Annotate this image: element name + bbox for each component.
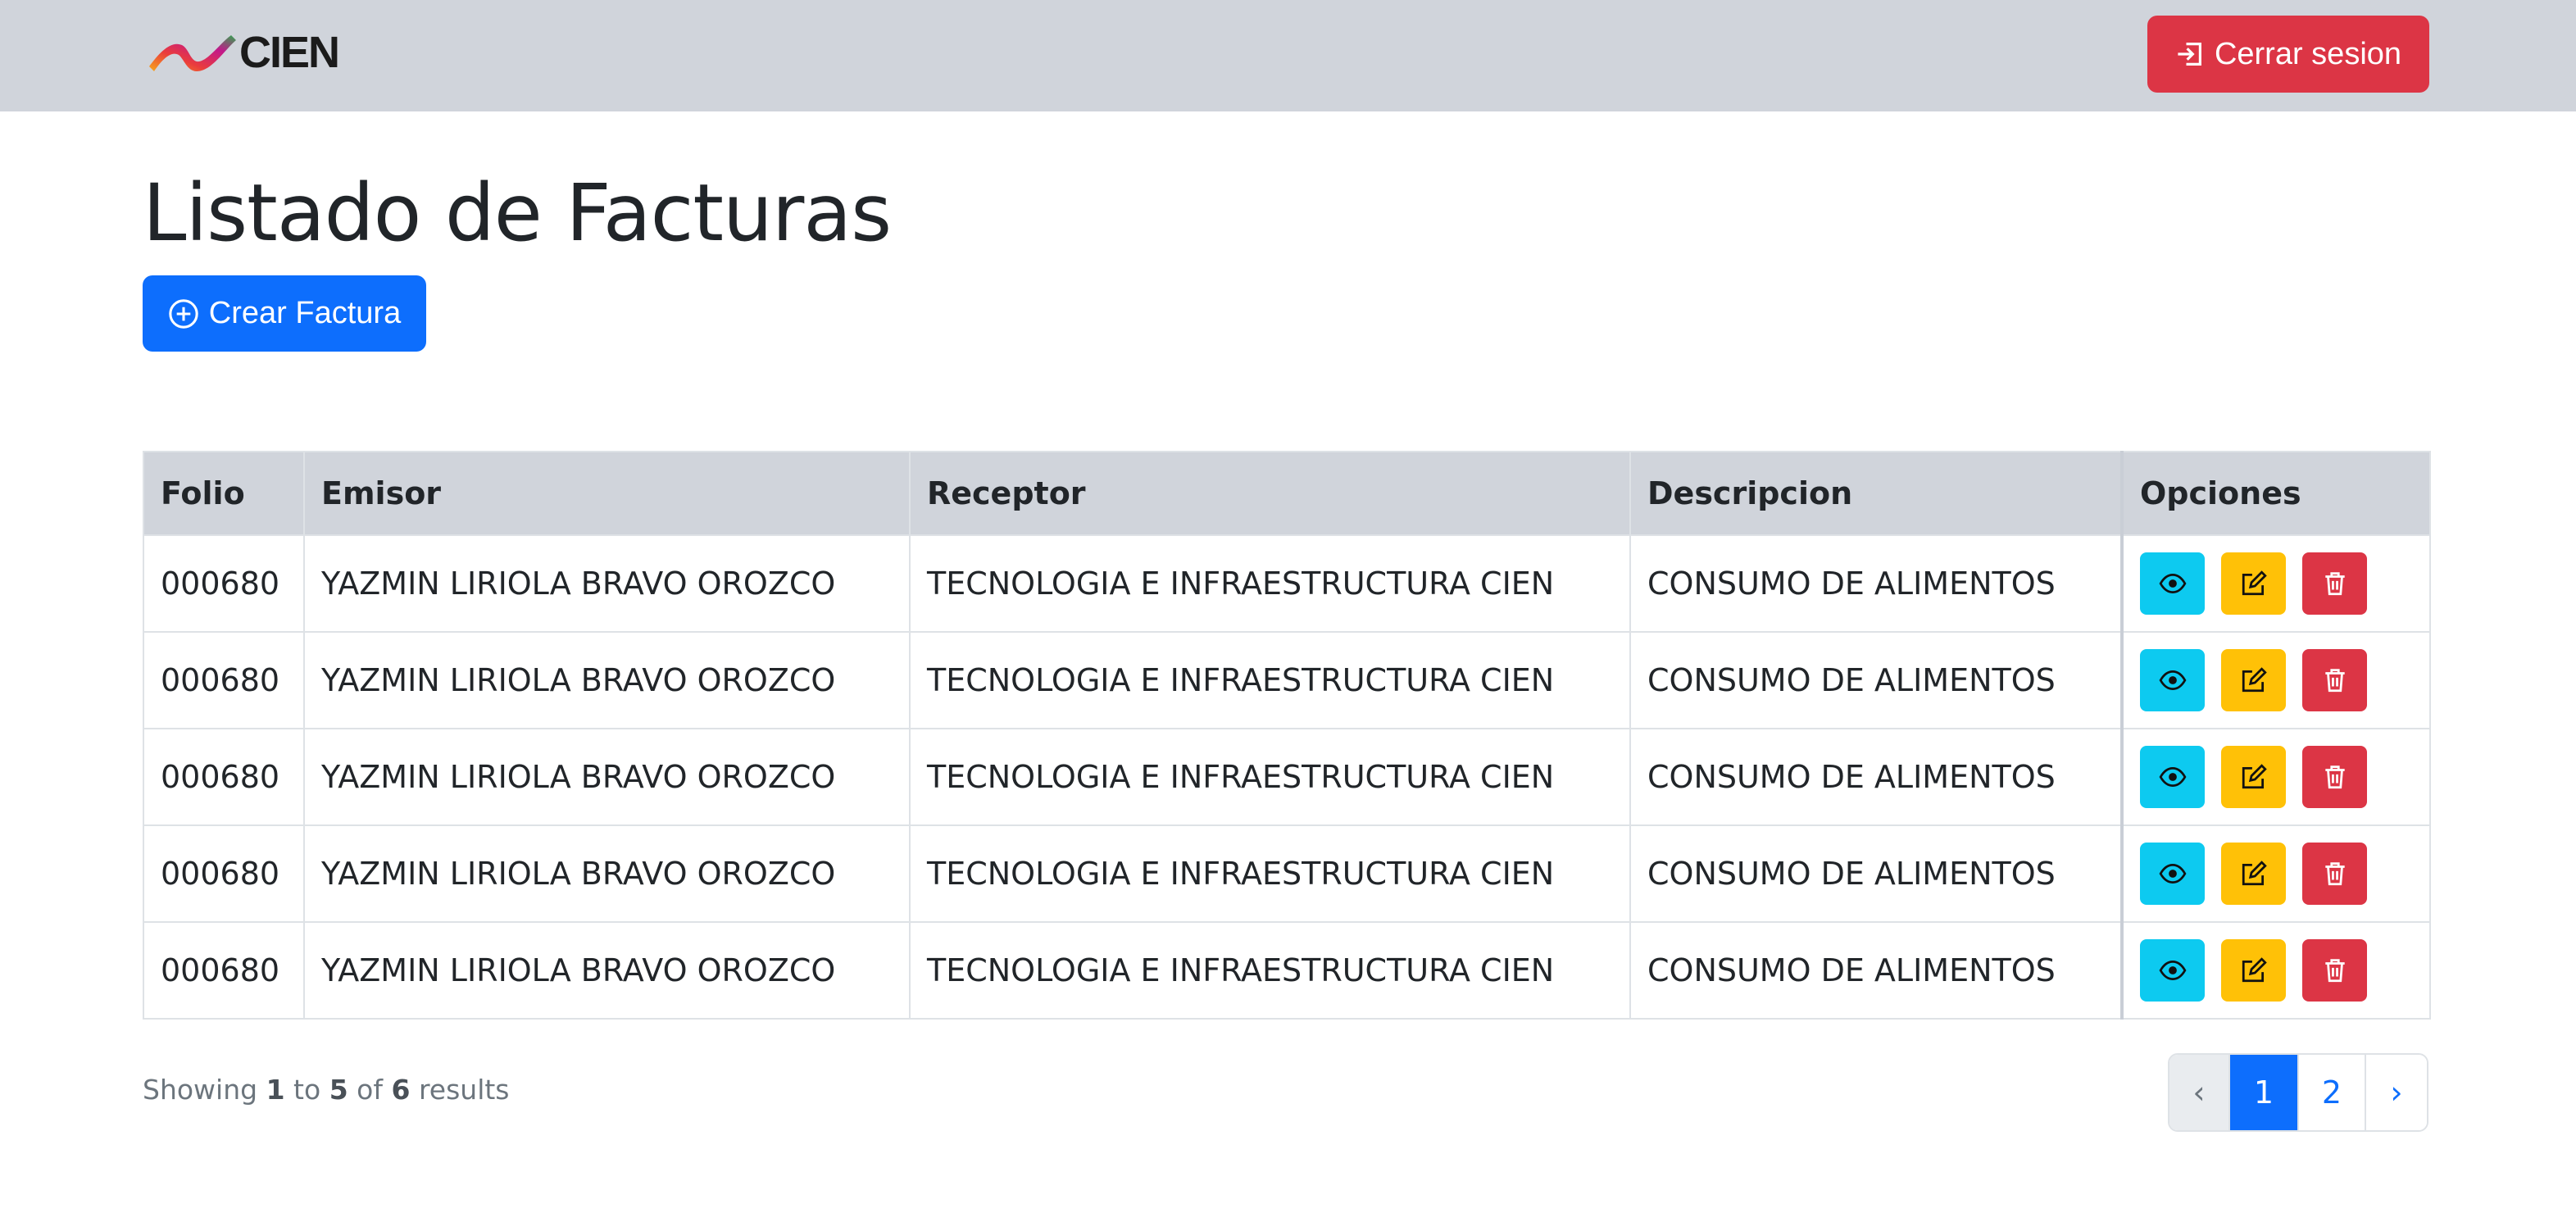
cell-descripcion: CONSUMO DE ALIMENTOS: [1629, 534, 2123, 633]
eye-icon: [2159, 573, 2186, 594]
cell-emisor: YAZMIN LIRIOLA BRAVO OROZCO: [303, 728, 911, 826]
cell-folio: 000680: [143, 728, 305, 826]
cell-folio: 000680: [143, 534, 305, 633]
table-row: 000680 YAZMIN LIRIOLA BRAVO OROZCO TECNO…: [143, 728, 2431, 826]
results-from: 1: [266, 1074, 285, 1106]
logo-mark-icon: [149, 35, 236, 71]
column-header-receptor[interactable]: Receptor: [909, 451, 1631, 536]
edit-icon: [2242, 957, 2267, 983]
cell-folio: 000680: [143, 631, 305, 729]
results-of-word: of: [357, 1074, 383, 1106]
table-header: Folio Emisor Receptor Descripcion Opcion…: [143, 451, 2431, 536]
results-total: 6: [391, 1074, 411, 1106]
delete-button[interactable]: [2302, 649, 2367, 711]
top-navbar: CIEN Cerrar sesion: [0, 0, 2576, 111]
trash-icon: [2324, 669, 2345, 693]
view-button[interactable]: [2140, 939, 2205, 1002]
edit-button[interactable]: [2221, 939, 2286, 1002]
table-row: 000680 YAZMIN LIRIOLA BRAVO OROZCO TECNO…: [143, 534, 2431, 633]
results-prefix: Showing: [143, 1074, 258, 1106]
view-button[interactable]: [2140, 649, 2205, 711]
view-button[interactable]: [2140, 746, 2205, 808]
cell-opciones: [2120, 921, 2431, 1020]
cien-logo[interactable]: CIEN: [146, 28, 343, 77]
eye-icon: [2159, 670, 2186, 691]
logo-text: CIEN: [239, 28, 340, 77]
cell-descripcion: CONSUMO DE ALIMENTOS: [1629, 921, 2123, 1020]
edit-icon: [2242, 861, 2267, 886]
cell-emisor: YAZMIN LIRIOLA BRAVO OROZCO: [303, 631, 911, 729]
delete-button[interactable]: [2302, 746, 2367, 808]
view-button[interactable]: [2140, 552, 2205, 615]
edit-icon: [2242, 764, 2267, 789]
page-title: Listado de Facturas: [143, 167, 892, 259]
cell-receptor: TECNOLOGIA E INFRAESTRUCTURA CIEN: [909, 631, 1631, 729]
pagination-prev[interactable]: ‹: [2169, 1055, 2230, 1130]
eye-icon: [2159, 863, 2186, 884]
cell-folio: 000680: [143, 921, 305, 1020]
delete-button[interactable]: [2302, 843, 2367, 905]
cell-receptor: TECNOLOGIA E INFRAESTRUCTURA CIEN: [909, 921, 1631, 1020]
pagination-next[interactable]: ›: [2366, 1055, 2427, 1130]
logout-button[interactable]: Cerrar sesion: [2147, 16, 2429, 93]
edit-button[interactable]: [2221, 552, 2286, 615]
edit-icon: [2242, 667, 2267, 693]
cell-emisor: YAZMIN LIRIOLA BRAVO OROZCO: [303, 921, 911, 1020]
trash-icon: [2324, 765, 2345, 789]
cell-descripcion: CONSUMO DE ALIMENTOS: [1629, 824, 2123, 923]
column-header-emisor[interactable]: Emisor: [303, 451, 911, 536]
delete-button[interactable]: [2302, 552, 2367, 615]
edit-button[interactable]: [2221, 843, 2286, 905]
delete-button[interactable]: [2302, 939, 2367, 1002]
logout-label: Cerrar sesion: [2214, 36, 2402, 71]
trash-icon: [2324, 572, 2345, 596]
cell-descripcion: CONSUMO DE ALIMENTOS: [1629, 631, 2123, 729]
results-word: results: [418, 1074, 510, 1106]
cell-opciones: [2120, 824, 2431, 923]
trash-icon: [2324, 959, 2345, 983]
cell-opciones: [2120, 534, 2431, 633]
cell-folio: 000680: [143, 824, 305, 923]
cell-receptor: TECNOLOGIA E INFRAESTRUCTURA CIEN: [909, 824, 1631, 923]
cell-receptor: TECNOLOGIA E INFRAESTRUCTURA CIEN: [909, 534, 1631, 633]
results-to-word: to: [293, 1074, 321, 1106]
plus-circle-icon: [169, 298, 198, 329]
eye-icon: [2159, 766, 2186, 788]
cell-receptor: TECNOLOGIA E INFRAESTRUCTURA CIEN: [909, 728, 1631, 826]
create-invoice-label: Crear Factura: [208, 296, 402, 330]
edit-button[interactable]: [2221, 746, 2286, 808]
trash-icon: [2324, 862, 2345, 886]
logout-icon: [2178, 43, 2201, 66]
pagination-page-1[interactable]: 1: [2230, 1055, 2299, 1130]
table-row: 000680 YAZMIN LIRIOLA BRAVO OROZCO TECNO…: [143, 631, 2431, 729]
cell-emisor: YAZMIN LIRIOLA BRAVO OROZCO: [303, 534, 911, 633]
invoices-table: Folio Emisor Receptor Descripcion Opcion…: [143, 451, 2431, 1020]
cell-opciones: [2120, 631, 2431, 729]
results-summary: Showing 1 to 5 of 6 results: [143, 1074, 510, 1106]
table-row: 000680 YAZMIN LIRIOLA BRAVO OROZCO TECNO…: [143, 824, 2431, 923]
table-body: 000680 YAZMIN LIRIOLA BRAVO OROZCO TECNO…: [143, 534, 2431, 1020]
results-to: 5: [329, 1074, 348, 1106]
column-header-opciones: Opciones: [2120, 451, 2431, 536]
edit-button[interactable]: [2221, 649, 2286, 711]
create-invoice-button[interactable]: Crear Factura: [143, 275, 426, 352]
eye-icon: [2159, 960, 2186, 981]
view-button[interactable]: [2140, 843, 2205, 905]
cell-descripcion: CONSUMO DE ALIMENTOS: [1629, 728, 2123, 826]
column-header-folio[interactable]: Folio: [143, 451, 305, 536]
table-row: 000680 YAZMIN LIRIOLA BRAVO OROZCO TECNO…: [143, 921, 2431, 1020]
column-header-descripcion[interactable]: Descripcion: [1629, 451, 2123, 536]
edit-icon: [2242, 570, 2267, 596]
pagination-page-2[interactable]: 2: [2299, 1055, 2366, 1130]
cell-opciones: [2120, 728, 2431, 826]
cell-emisor: YAZMIN LIRIOLA BRAVO OROZCO: [303, 824, 911, 923]
pagination: ‹ 1 2 ›: [2168, 1053, 2428, 1132]
